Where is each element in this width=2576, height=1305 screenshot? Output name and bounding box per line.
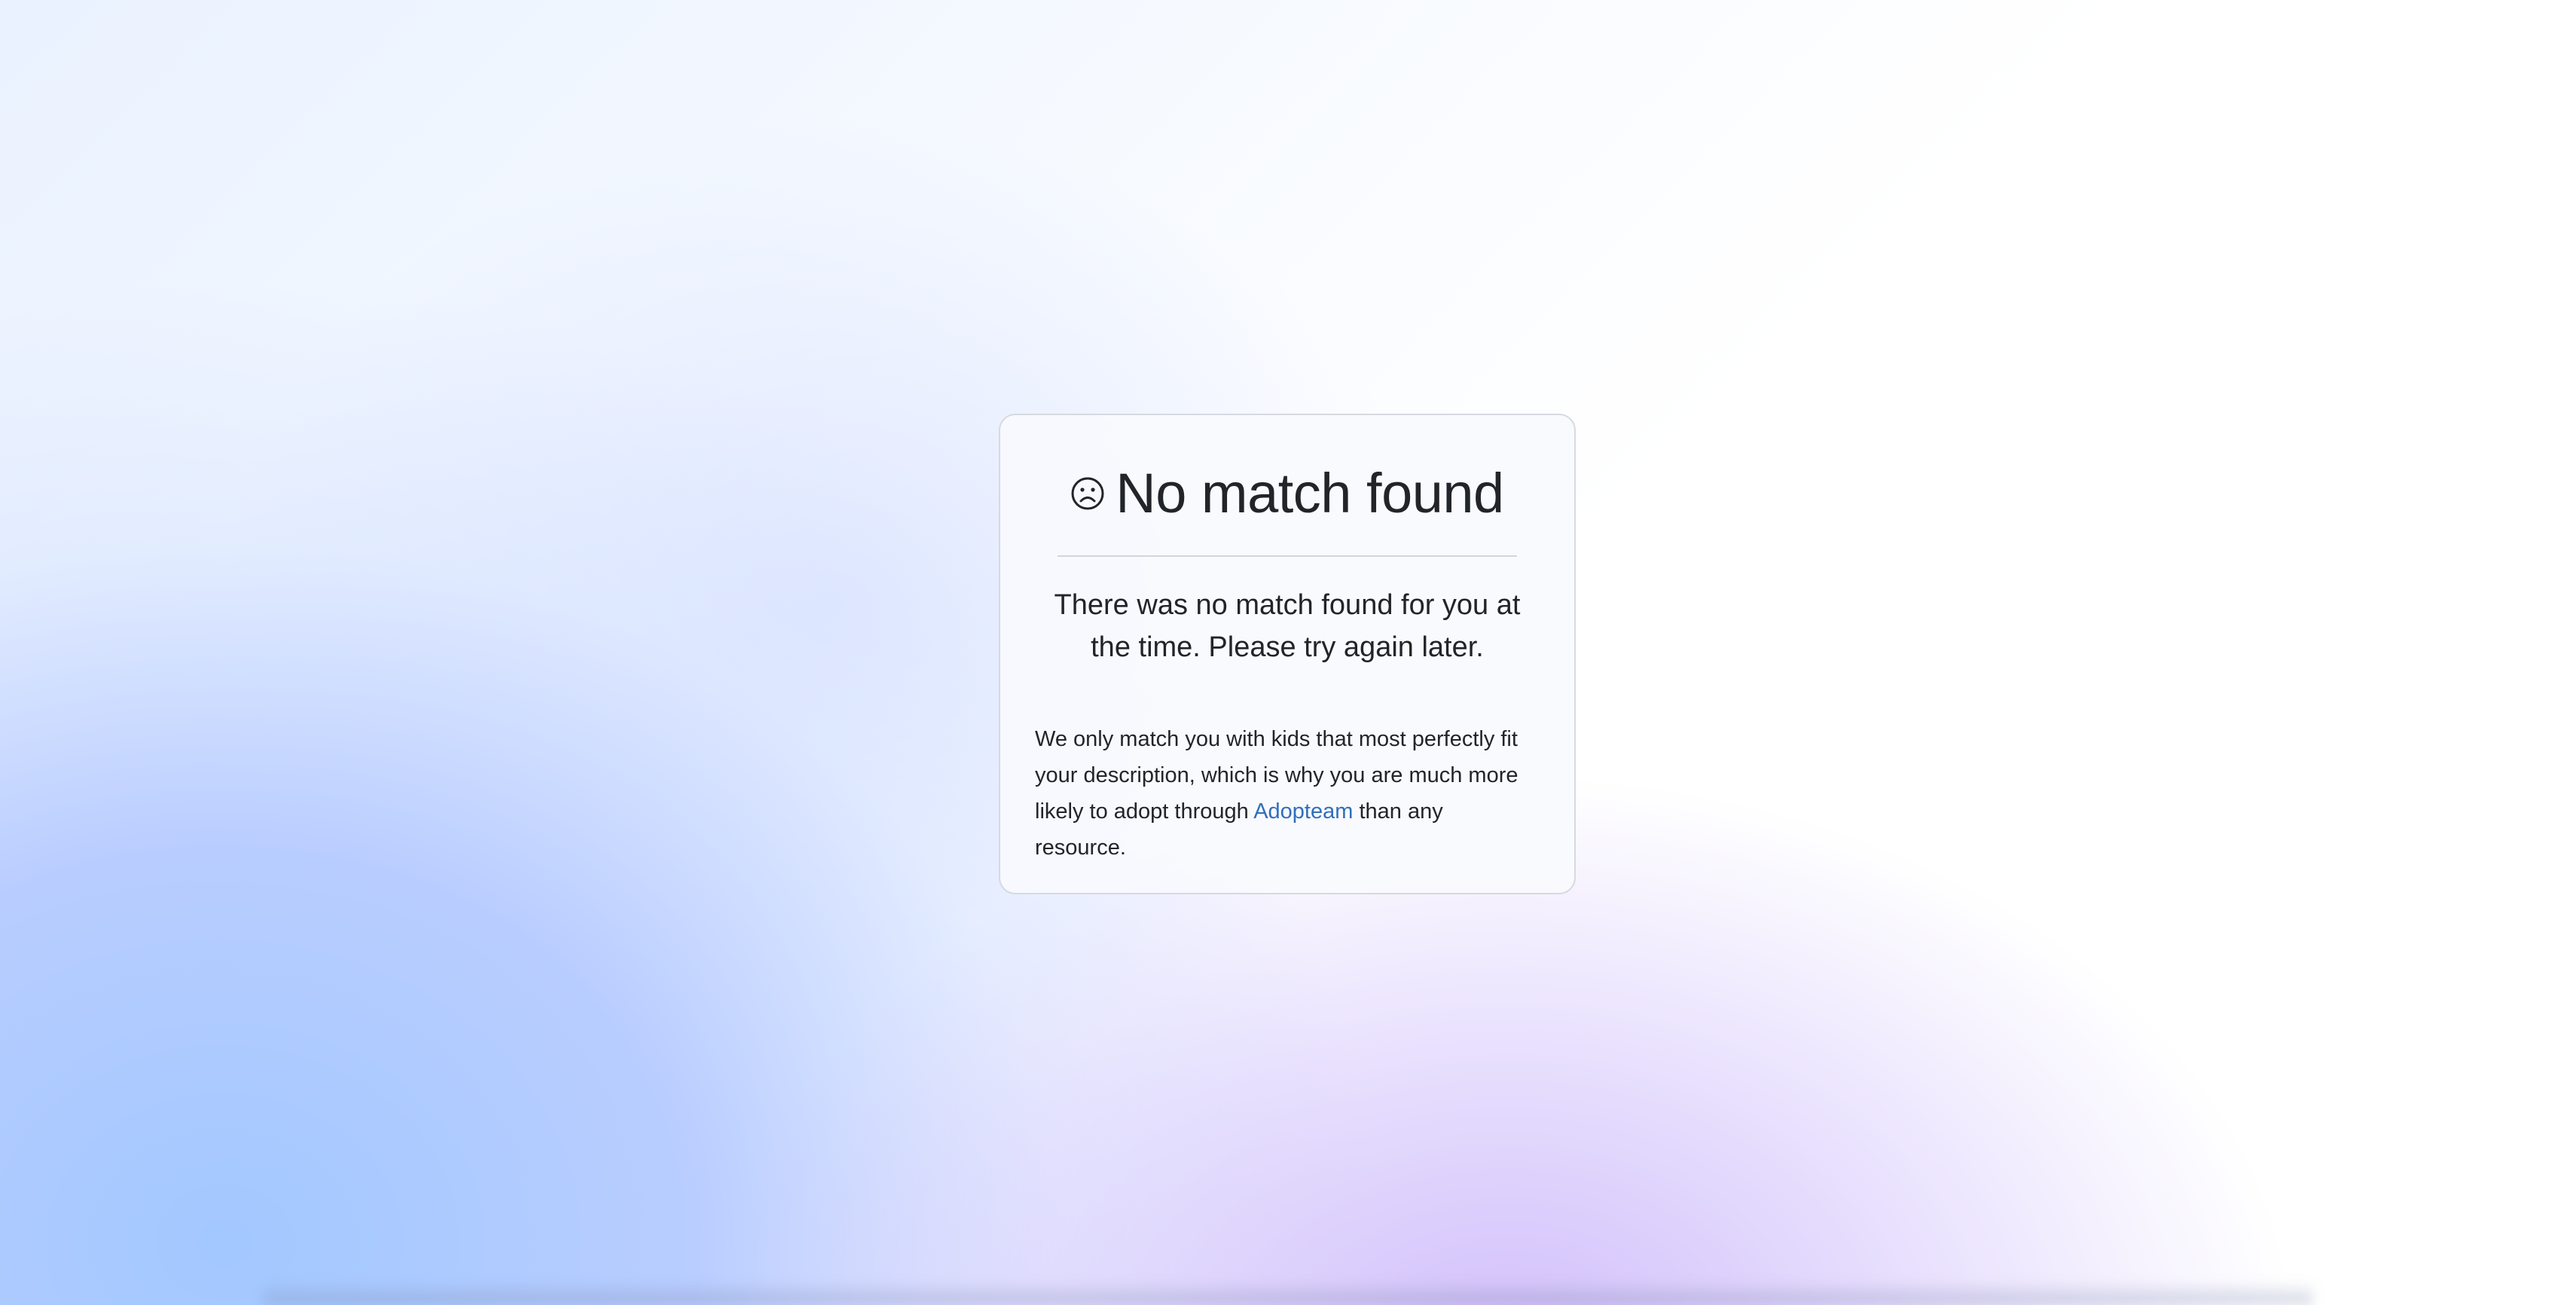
adopteam-link[interactable]: Adopteam: [1253, 799, 1353, 824]
sad-face-icon: [1070, 476, 1105, 511]
bottom-shadow: [264, 1282, 2312, 1305]
page-title: No match found: [1116, 462, 1504, 524]
no-match-card: No match found There was no match found …: [999, 414, 1576, 894]
lead-message: There was no match found for you at the …: [1054, 589, 1521, 663]
title-row: No match found: [1035, 462, 1540, 525]
explanation-text: We only match you with kids that most pe…: [1035, 721, 1540, 866]
divider: [1058, 555, 1517, 557]
